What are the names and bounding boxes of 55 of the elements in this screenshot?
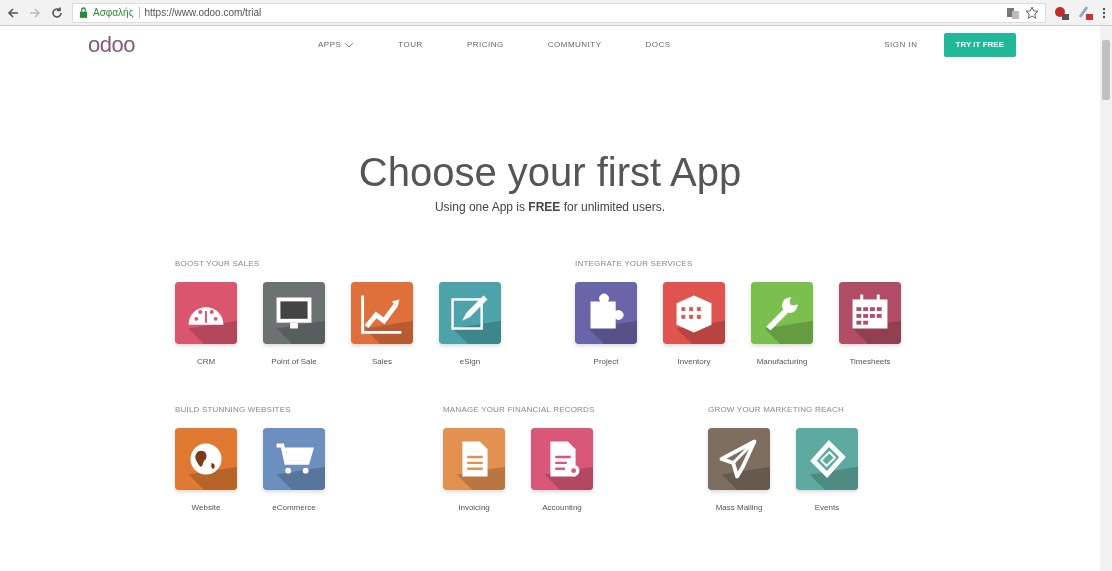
document-icon[interactable] (443, 428, 505, 490)
subtitle: Using one App is FREE for unlimited users. (433, 199, 667, 216)
app-label[interactable]: Inventory (677, 356, 711, 368)
section-heading: GROW YOUR MARKETING REACH (708, 404, 845, 416)
paper-plane-icon[interactable] (708, 428, 770, 490)
monitor-icon[interactable] (263, 282, 325, 344)
scrollbar-thumb[interactable] (1102, 40, 1110, 100)
globe-icon[interactable] (175, 428, 237, 490)
url-text: https://www.odoo.com/trial (144, 6, 262, 20)
nav-link[interactable]: APPS (318, 39, 355, 51)
app-label[interactable]: Accounting (542, 502, 582, 514)
nav-link[interactable]: PRICING (466, 39, 504, 51)
address-bar[interactable]: Ασφαλής https://www.odoo.com/trial (72, 2, 1046, 23)
extension-icon[interactable] (1078, 4, 1094, 21)
calendar-icon[interactable] (839, 282, 901, 344)
translate-icon[interactable] (1006, 5, 1020, 20)
app-label[interactable]: Events (814, 502, 840, 514)
pencil-icon[interactable] (439, 282, 501, 344)
app-label[interactable]: eCommerce (272, 502, 316, 514)
logo[interactable]: odoo (88, 34, 318, 56)
section-heading: BOOST YOUR SALES (175, 258, 261, 270)
building-icon[interactable] (663, 282, 725, 344)
nav-link[interactable]: DOCS (645, 39, 671, 51)
nav-link[interactable]: COMMUNITY (547, 39, 602, 51)
page-title: Choose your first App (357, 150, 743, 194)
app-label[interactable]: Manufacturing (756, 356, 808, 368)
ticket-icon[interactable] (796, 428, 858, 490)
sign-in-link[interactable]: SIGN IN (884, 39, 918, 51)
app-label[interactable]: Point of Sale (271, 356, 317, 368)
app-label[interactable]: Mass Mailing (715, 502, 763, 514)
wrench-icon[interactable] (751, 282, 813, 344)
chevron-icon (344, 42, 355, 48)
reload-icon[interactable] (50, 5, 64, 20)
security-label: Ασφαλής (93, 6, 134, 20)
app-label[interactable]: Website (191, 502, 221, 514)
app-label[interactable]: Sales (372, 356, 392, 368)
app-label[interactable]: Timesheets (849, 356, 891, 368)
app-label[interactable]: Project (593, 356, 619, 368)
app-label[interactable]: Invoicing (458, 502, 490, 514)
star-icon[interactable] (1025, 5, 1039, 20)
puzzle-icon[interactable] (575, 282, 637, 344)
section-heading: MANAGE YOUR FINANCIAL RECORDS (443, 404, 596, 416)
back-icon[interactable] (6, 5, 20, 20)
cart-icon[interactable] (263, 428, 325, 490)
section-heading: BUILD STUNNING WEBSITES (175, 404, 292, 416)
lock-icon (79, 7, 88, 18)
document-icon[interactable] (531, 428, 593, 490)
app-label[interactable]: eSign (459, 356, 481, 368)
menu-icon[interactable] (1102, 5, 1106, 20)
app-label[interactable]: CRM (196, 356, 216, 368)
gauge-icon[interactable] (175, 282, 237, 344)
chart-icon[interactable] (351, 282, 413, 344)
extension-icon[interactable] (1054, 4, 1070, 21)
nav-link[interactable]: TOUR (398, 39, 423, 51)
section-heading: INTEGRATE YOUR SERVICES (575, 258, 694, 270)
